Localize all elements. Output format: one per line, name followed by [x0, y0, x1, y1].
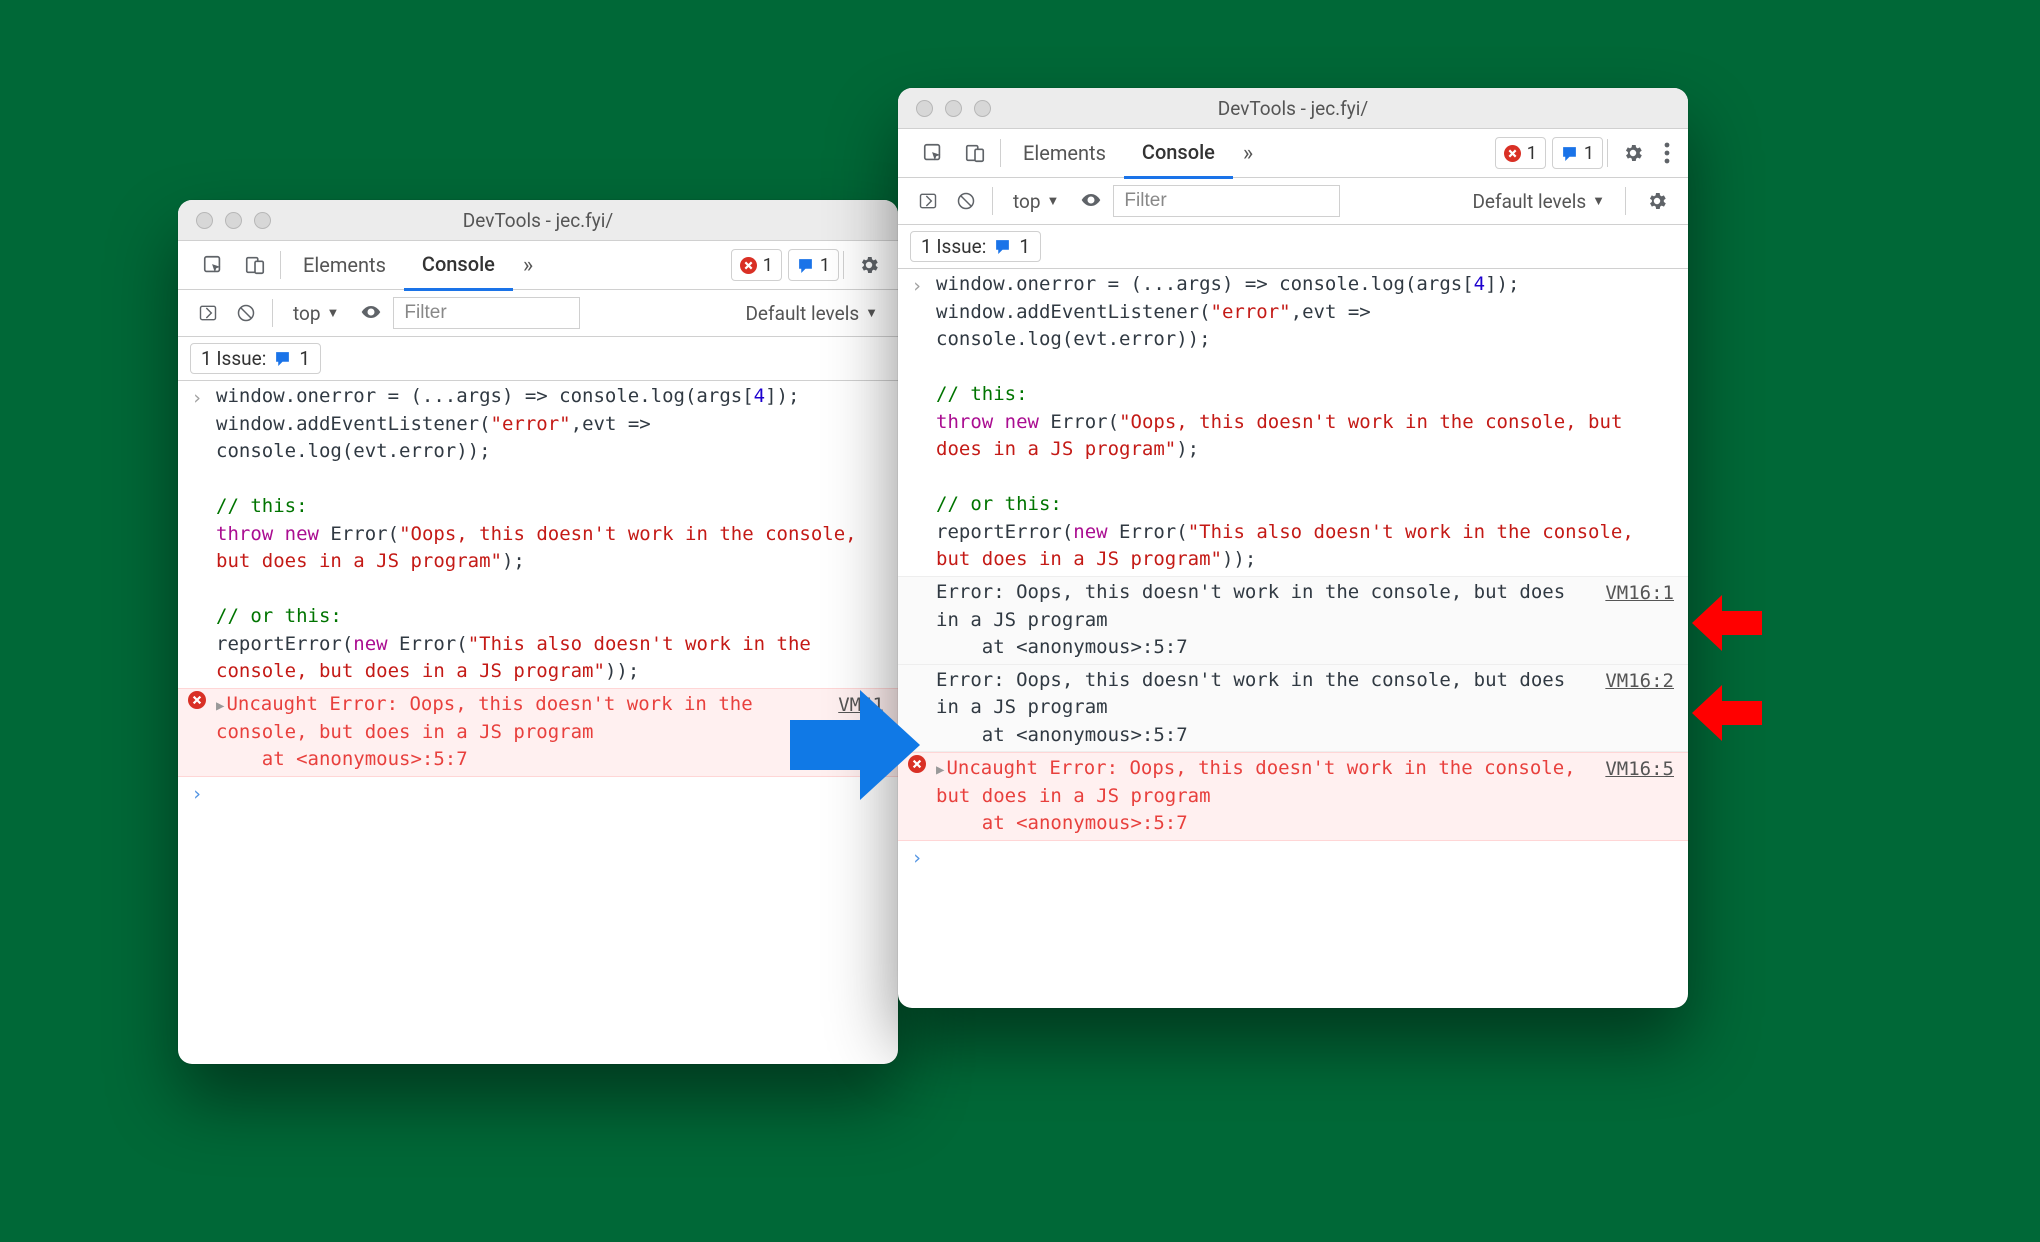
console-toolbar: top ▼ Default levels ▼ — [178, 290, 898, 337]
annotation-red-arrow — [1692, 685, 1762, 741]
issues-label: 1 Issue: — [921, 235, 986, 258]
issues-label: 1 Issue: — [201, 347, 266, 370]
issues-count: 1 — [1019, 235, 1030, 258]
log-row[interactable]: Error: Oops, this doesn't work in the co… — [898, 665, 1688, 753]
devtools-window-left: DevTools - jec.fyi/ Elements Console » 1… — [178, 200, 898, 1064]
more-tabs-icon[interactable]: » — [1233, 129, 1263, 177]
divider — [1625, 187, 1626, 215]
chevron-right-icon: › — [908, 271, 926, 301]
tabbar: Elements Console » 1 1 — [178, 241, 898, 290]
error-count-badge[interactable]: 1 — [1495, 137, 1546, 169]
console-input-row: › window.onerror = (...args) => console.… — [178, 381, 898, 688]
log-message: Error: Oops, this doesn't work in the co… — [936, 667, 1585, 750]
code-input: window.onerror = (...args) => console.lo… — [216, 383, 884, 686]
divider — [992, 187, 993, 215]
error-message: ▶Uncaught Error: Oops, this doesn't work… — [936, 755, 1585, 838]
divider — [280, 251, 281, 279]
tab-console[interactable]: Console — [404, 240, 513, 291]
more-tabs-icon[interactable]: » — [513, 241, 543, 289]
dropdown-icon: ▼ — [865, 305, 878, 321]
dropdown-icon: ▼ — [1592, 193, 1605, 209]
source-link[interactable]: VM16:5 — [1595, 755, 1674, 784]
tab-console[interactable]: Console — [1124, 128, 1233, 179]
context-label: top — [293, 302, 321, 325]
settings-icon[interactable] — [848, 241, 890, 289]
device-icon[interactable] — [954, 129, 996, 177]
console-toolbar: top ▼ Default levels ▼ — [898, 178, 1688, 225]
issues-bar: 1 Issue: 1 — [898, 225, 1688, 269]
clear-console-icon[interactable] — [230, 289, 262, 337]
issues-button[interactable]: 1 Issue: 1 — [190, 343, 321, 374]
live-expression-icon[interactable] — [1075, 177, 1107, 225]
levels-label: Default levels — [745, 302, 859, 325]
dropdown-icon: ▼ — [327, 305, 340, 321]
levels-select[interactable]: Default levels ▼ — [1462, 190, 1615, 213]
live-expression-icon[interactable] — [355, 289, 387, 337]
issues-count: 1 — [299, 347, 310, 370]
message-count-badge[interactable]: 1 — [1552, 137, 1603, 169]
annotation-blue-arrow — [790, 690, 920, 800]
expand-icon[interactable]: ▶ — [216, 698, 226, 714]
clear-console-icon[interactable] — [950, 177, 982, 225]
error-message: ▶Uncaught Error: Oops, this doesn't work… — [216, 691, 818, 774]
divider — [1607, 139, 1608, 167]
levels-label: Default levels — [1472, 190, 1586, 213]
log-row[interactable]: Error: Oops, this doesn't work in the co… — [898, 576, 1688, 665]
console-settings-icon[interactable] — [1636, 177, 1678, 225]
context-label: top — [1013, 190, 1041, 213]
message-count: 1 — [1584, 143, 1594, 164]
error-count: 1 — [763, 255, 773, 276]
tab-elements[interactable]: Elements — [285, 241, 404, 289]
gutter — [908, 667, 926, 669]
context-select[interactable]: top ▼ — [1003, 190, 1069, 213]
error-count-badge[interactable]: 1 — [731, 249, 782, 281]
window-title: DevTools - jec.fyi/ — [898, 97, 1688, 120]
divider — [1000, 139, 1001, 167]
divider — [272, 299, 273, 327]
chevron-right-icon: › — [188, 779, 206, 809]
dropdown-icon: ▼ — [1047, 193, 1060, 209]
message-count-badge[interactable]: 1 — [788, 249, 839, 281]
annotation-red-arrow — [1692, 595, 1762, 651]
expand-icon[interactable]: ▶ — [936, 762, 946, 778]
issues-bar: 1 Issue: 1 — [178, 337, 898, 381]
titlebar: DevTools - jec.fyi/ — [898, 88, 1688, 129]
inspect-icon[interactable] — [192, 241, 234, 289]
tabbar: Elements Console » 1 1 — [898, 129, 1688, 178]
divider — [843, 251, 844, 279]
log-message: Error: Oops, this doesn't work in the co… — [936, 579, 1585, 662]
console-input-row: › window.onerror = (...args) => console.… — [898, 269, 1688, 576]
issues-button[interactable]: 1 Issue: 1 — [910, 231, 1041, 262]
filter-input[interactable] — [1113, 185, 1340, 217]
inspect-icon[interactable] — [912, 129, 954, 177]
chevron-right-icon: › — [908, 843, 926, 873]
levels-select[interactable]: Default levels ▼ — [735, 302, 888, 325]
error-row[interactable]: ▶Uncaught Error: Oops, this doesn't work… — [898, 752, 1688, 841]
source-link[interactable]: VM16:2 — [1595, 667, 1674, 696]
titlebar: DevTools - jec.fyi/ — [178, 200, 898, 241]
window-title: DevTools - jec.fyi/ — [178, 209, 898, 232]
error-count: 1 — [1527, 143, 1537, 164]
kebab-icon[interactable] — [1654, 129, 1680, 177]
code-input: window.onerror = (...args) => console.lo… — [936, 271, 1674, 574]
gutter — [908, 579, 926, 581]
error-icon — [188, 691, 206, 709]
tab-elements[interactable]: Elements — [1005, 129, 1124, 177]
message-count: 1 — [820, 255, 830, 276]
filter-input[interactable] — [393, 297, 580, 329]
sidebar-toggle-icon[interactable] — [912, 177, 944, 225]
source-link[interactable]: VM16:1 — [1595, 579, 1674, 608]
context-select[interactable]: top ▼ — [283, 302, 349, 325]
settings-icon[interactable] — [1612, 129, 1654, 177]
device-icon[interactable] — [234, 241, 276, 289]
sidebar-toggle-icon[interactable] — [192, 289, 224, 337]
chevron-right-icon: › — [188, 383, 206, 413]
console-body[interactable]: › window.onerror = (...args) => console.… — [898, 269, 1688, 1008]
prompt-row[interactable]: › — [898, 841, 1688, 875]
devtools-window-right: DevTools - jec.fyi/ Elements Console » 1… — [898, 88, 1688, 1008]
